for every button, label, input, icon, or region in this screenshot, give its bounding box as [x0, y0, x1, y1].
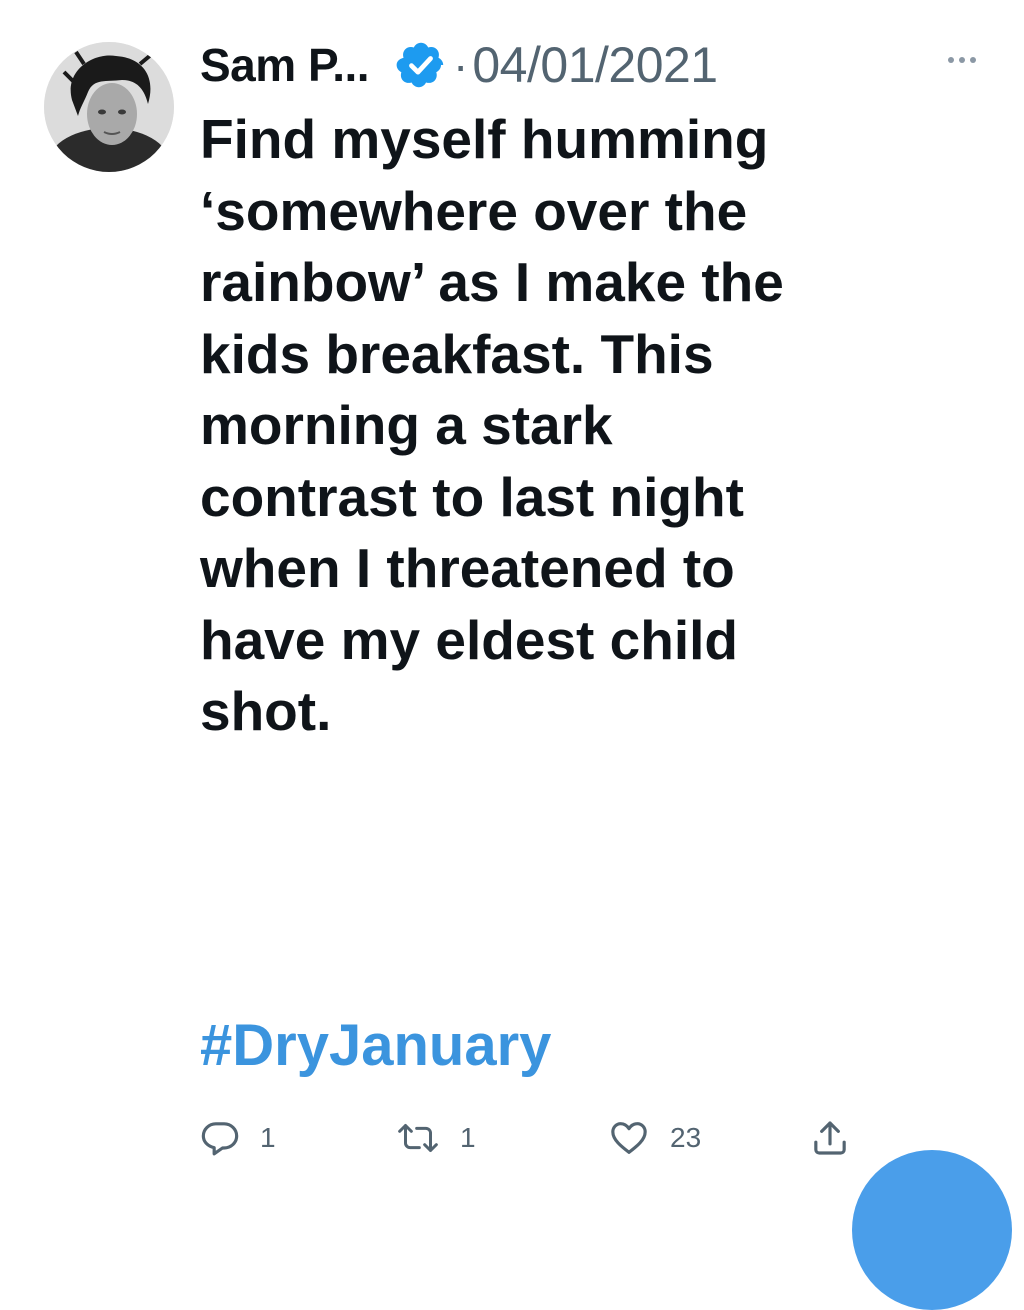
- like-button[interactable]: 23: [608, 1116, 701, 1160]
- retweet-button[interactable]: 1: [396, 1116, 476, 1160]
- avatar[interactable]: [44, 42, 174, 172]
- retweet-count: 1: [460, 1122, 476, 1153]
- tweet-text-line: when I threatened to: [200, 537, 735, 599]
- tweet-text-line: morning a stark: [200, 394, 613, 456]
- hashtag-link[interactable]: #DryJanuary: [200, 1012, 551, 1079]
- reply-button[interactable]: 1: [200, 1116, 276, 1160]
- share-icon: [810, 1117, 850, 1159]
- author-name[interactable]: Sam P...: [200, 38, 370, 92]
- tweet-text-line: kids breakfast. This: [200, 322, 714, 385]
- tweet-date[interactable]: 04/01/2021: [472, 36, 718, 94]
- tweet-header: Sam P... · 04/01/2021: [200, 30, 718, 100]
- tweet-text-line: shot.: [200, 680, 332, 742]
- tweet-text: Find myself humming ‘somewhere over the …: [200, 104, 1000, 748]
- verified-badge-icon: [395, 39, 447, 91]
- reply-count: 1: [260, 1122, 276, 1153]
- share-button[interactable]: [810, 1116, 850, 1160]
- tweet-text-line: contrast to last night: [200, 465, 744, 528]
- tweet-text-line: have my eldest child: [200, 608, 738, 671]
- tweet-text-line: rainbow’ as I make the: [200, 251, 784, 313]
- reply-icon: [200, 1118, 240, 1158]
- more-options-icon[interactable]: [932, 40, 992, 80]
- like-count: 23: [670, 1122, 702, 1153]
- retweet-icon: [396, 1118, 440, 1158]
- tweet-text-line: ‘somewhere over the: [200, 179, 748, 242]
- tweet-text-line: Find myself humming: [200, 108, 769, 170]
- heart-icon: [608, 1118, 650, 1158]
- compose-fab-button[interactable]: [852, 1150, 1012, 1310]
- tweet-actions: 1 1 23: [0, 1108, 1024, 1168]
- separator-dot: ·: [453, 39, 469, 91]
